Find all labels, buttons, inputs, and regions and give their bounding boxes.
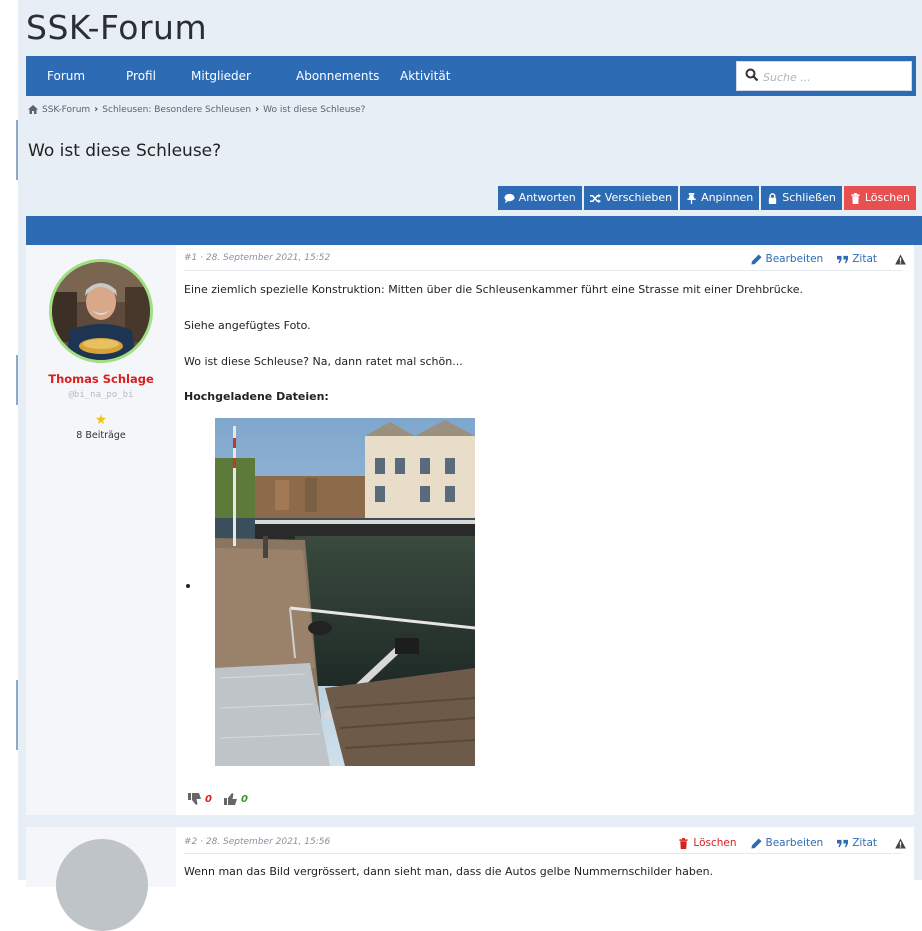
nav-item-mitglieder[interactable]: Mitglieder xyxy=(191,56,251,96)
post-tools: Bearbeiten Zitat xyxy=(750,251,906,267)
delete-topic-button[interactable]: Löschen xyxy=(843,186,916,210)
post: Thomas Schlage @bi_na_po_bi 8 Beiträge #… xyxy=(26,245,914,815)
reply-button[interactable]: Antworten xyxy=(497,186,582,210)
pencil-icon xyxy=(750,253,762,265)
attachments-heading: Hochgeladene Dateien: xyxy=(184,390,329,403)
search-box[interactable] xyxy=(736,61,912,91)
list-bullet xyxy=(186,584,190,588)
reply-button-label: Antworten xyxy=(518,191,576,204)
avatar[interactable] xyxy=(56,839,148,931)
breadcrumb-item-topic[interactable]: Wo ist diese Schleuse? xyxy=(263,105,365,115)
post-timestamp[interactable]: #2 · 28. September 2021, 15:56 xyxy=(184,837,330,847)
move-button[interactable]: Verschieben xyxy=(583,186,679,210)
post: #2 · 28. September 2021, 15:56 Löschen B… xyxy=(26,827,914,931)
search-icon xyxy=(745,68,759,82)
nav-item-abonnements[interactable]: Abonnements xyxy=(296,56,379,96)
post-paragraph: Eine ziemlich spezielle Konstruktion: Mi… xyxy=(184,283,803,296)
page-title: Wo ist diese Schleuse? xyxy=(28,141,222,161)
forum-page: SSK-Forum Forum Profil Mitglieder Abonne… xyxy=(18,0,922,931)
trash-icon xyxy=(851,192,860,204)
trash-icon xyxy=(679,837,689,849)
upvote-count: 0 xyxy=(240,793,248,805)
author-handle: @bi_na_po_bi xyxy=(68,390,134,400)
avatar-photo xyxy=(52,262,150,360)
author-info xyxy=(26,827,176,931)
move-button-label: Verschieben xyxy=(604,191,673,204)
quote-button-label: Zitat xyxy=(852,837,877,849)
quote-icon xyxy=(837,839,849,847)
downvote-button[interactable]: 0 xyxy=(188,793,212,805)
chevron-right-icon: › xyxy=(94,104,99,115)
breadcrumb-item-category[interactable]: Schleusen: Besondere Schleusen xyxy=(102,105,251,115)
pencil-icon xyxy=(750,837,762,849)
author-name[interactable]: Thomas Schlage xyxy=(26,372,176,386)
thread-header-bar xyxy=(26,216,922,245)
divider xyxy=(184,853,902,854)
quote-icon xyxy=(837,255,849,263)
post-timestamp[interactable]: #1 · 28. September 2021, 15:52 xyxy=(184,253,330,263)
nav-item-aktivitaet[interactable]: Aktivität xyxy=(400,56,450,96)
comment-icon xyxy=(504,193,515,203)
edit-button-label: Bearbeiten xyxy=(765,837,824,849)
thumbs-up-icon xyxy=(223,793,237,805)
pin-icon xyxy=(687,192,696,204)
close-topic-button[interactable]: Schließen xyxy=(761,186,842,210)
nav-item-forum[interactable]: Forum xyxy=(47,56,85,96)
breadcrumb-item-home[interactable]: SSK-Forum xyxy=(42,105,90,115)
search-input[interactable] xyxy=(761,66,905,88)
report-warning-icon[interactable] xyxy=(895,253,906,265)
edit-button[interactable]: Bearbeiten xyxy=(750,253,824,265)
divider xyxy=(184,270,902,271)
shuffle-icon xyxy=(589,193,601,203)
lock-icon xyxy=(769,192,777,204)
nav-item-profil[interactable]: Profil xyxy=(126,56,156,96)
quote-button-label: Zitat xyxy=(852,253,877,265)
quote-button[interactable]: Zitat xyxy=(837,253,877,265)
window-edge xyxy=(0,0,18,880)
delete-topic-button-label: Löschen xyxy=(864,191,910,204)
downvote-count: 0 xyxy=(205,793,212,805)
upvote-button[interactable]: 0 xyxy=(223,793,248,805)
close-topic-button-label: Schließen xyxy=(782,191,836,204)
attachment-image[interactable] xyxy=(215,418,475,766)
topic-actions: Antworten Verschieben Anpinnen Schließen xyxy=(497,186,916,210)
site-title[interactable]: SSK-Forum xyxy=(26,8,207,47)
delete-post-button-label: Löschen xyxy=(693,837,737,849)
post-tools: Löschen Bearbeiten Zitat xyxy=(678,835,906,851)
rank-icon xyxy=(96,414,106,424)
post-votes: 0 0 xyxy=(188,793,248,805)
quote-button[interactable]: Zitat xyxy=(837,837,877,849)
edit-button[interactable]: Bearbeiten xyxy=(750,837,824,849)
post-paragraph: Wenn man das Bild vergrössert, dann sieh… xyxy=(184,865,714,878)
report-warning-icon[interactable] xyxy=(895,837,906,849)
post-count: 8 Beiträge xyxy=(76,430,126,441)
post-paragraph: Siehe angefügtes Foto. xyxy=(184,319,311,332)
author-info: Thomas Schlage @bi_na_po_bi 8 Beiträge xyxy=(26,245,176,815)
main-navbar: Forum Profil Mitglieder Abonnements Akti… xyxy=(26,56,916,96)
edit-button-label: Bearbeiten xyxy=(765,253,824,265)
chevron-right-icon: › xyxy=(255,104,260,115)
pin-button[interactable]: Anpinnen xyxy=(680,186,760,210)
post-paragraph: Wo ist diese Schleuse? Na, dann ratet ma… xyxy=(184,355,463,368)
home-icon xyxy=(28,105,38,114)
avatar[interactable] xyxy=(49,259,153,363)
breadcrumb: SSK-Forum › Schleusen: Besondere Schleus… xyxy=(28,104,365,115)
post-body: #1 · 28. September 2021, 15:52 Bearbeite… xyxy=(184,245,906,815)
thumbs-down-icon xyxy=(188,793,201,805)
post-body: #2 · 28. September 2021, 15:56 Löschen B… xyxy=(184,827,906,887)
delete-post-button[interactable]: Löschen xyxy=(678,837,737,849)
pin-button-label: Anpinnen xyxy=(701,191,754,204)
